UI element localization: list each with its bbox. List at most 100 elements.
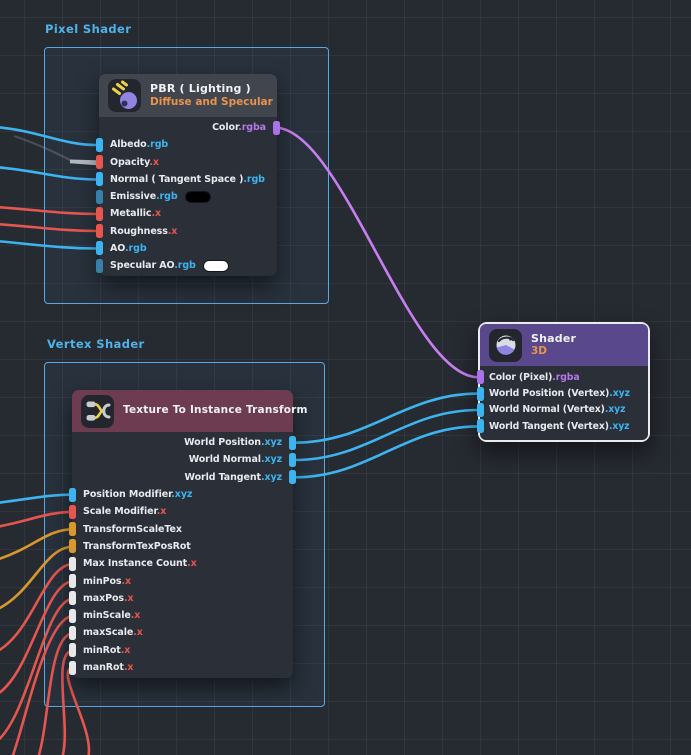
tex-node-body: World Position.xyz World Normal.xyz Worl… (72, 432, 293, 678)
port-label: Emissive (110, 191, 156, 202)
port-label: Roughness (110, 226, 168, 237)
port-suffix: .xyz (609, 421, 630, 432)
port-row: World Normal (Vertex).xyz (480, 402, 648, 418)
port-label: minScale (83, 610, 131, 621)
port-label: World Position (184, 437, 261, 448)
tex-input-pin-scale-modifier[interactable] (69, 505, 76, 519)
port-suffix: .x (187, 558, 197, 569)
tex-input-pin-minpos[interactable] (69, 574, 76, 588)
port-suffix: .x (151, 208, 161, 219)
port-label: manRot (83, 662, 124, 673)
subgraph-icon (81, 395, 114, 428)
shader-output-node[interactable]: Shader 3D Color (Pixel).rgba World Posit… (478, 322, 650, 442)
node-graph-canvas[interactable]: Pixel Shader Vertex Shader (0, 0, 691, 755)
wire-position-modifier[interactable] (0, 495, 74, 503)
port-suffix: .x (149, 157, 159, 168)
port-row: maxPos.x (72, 590, 293, 607)
port-suffix: .rgba (238, 122, 266, 133)
port-row: World Tangent.xyz (72, 469, 293, 486)
port-suffix: .x (131, 610, 141, 621)
port-row: World Tangent (Vertex).xyz (480, 418, 648, 434)
node-title: PBR ( Lighting ) (150, 82, 273, 96)
port-suffix: .rgb (174, 260, 196, 271)
wire-scale-modifier[interactable] (0, 512, 74, 527)
texture-to-instance-transform-node[interactable]: Texture To Instance Transform World Posi… (72, 390, 293, 678)
port-label: World Tangent (Vertex) (489, 421, 609, 432)
port-suffix: .rgb (243, 174, 265, 185)
port-label: Max Instance Count (83, 558, 187, 569)
port-suffix: .x (121, 645, 131, 656)
port-row: Scale Modifier.x (72, 503, 293, 520)
tex-input-pin-transform-scale-tex[interactable] (69, 522, 76, 536)
wire-color-pixel[interactable] (275, 128, 478, 378)
port-row: minRot.x (72, 642, 293, 659)
wire-normal[interactable] (0, 167, 97, 180)
port-suffix: .xyz (261, 472, 282, 483)
node-subtitle: 3D (531, 345, 576, 358)
port-label: minRot (83, 645, 121, 656)
pbr-node-header[interactable]: PBR ( Lighting ) Diffuse and Specular (99, 74, 277, 117)
tex-input-pin-position-modifier[interactable] (69, 488, 76, 502)
wire-transform-scale-tex[interactable] (0, 529, 74, 560)
port-label: maxScale (83, 627, 133, 638)
pbr-input-pin-ao[interactable] (96, 241, 103, 255)
tex-input-pin-minrot[interactable] (69, 643, 76, 657)
node-subtitle: Diffuse and Specular (150, 96, 273, 109)
port-label: Albedo (110, 139, 147, 150)
port-suffix: .xyz (605, 404, 626, 415)
wire-roughness[interactable] (0, 224, 97, 231)
port-row: Albedo.rgb (99, 136, 277, 153)
port-row: World Position.xyz (72, 434, 293, 451)
port-suffix: .rgb (125, 243, 147, 254)
tex-output-pin-world-position[interactable] (289, 436, 296, 450)
port-suffix: .x (121, 576, 131, 587)
pbr-input-pin-albedo[interactable] (96, 138, 103, 152)
wire-metallic[interactable] (0, 207, 97, 214)
shader-input-pin-color-pixel[interactable] (477, 370, 484, 384)
pbr-input-pin-specular-ao[interactable] (96, 259, 103, 273)
port-row: Emissive.rgb (99, 188, 277, 205)
tex-input-pin-minscale[interactable] (69, 609, 76, 623)
pbr-lighting-node[interactable]: PBR ( Lighting ) Diffuse and Specular Co… (99, 74, 277, 276)
shader-node-body: Color (Pixel).rgba World Position (Verte… (480, 366, 648, 440)
pbr-input-pin-opacity[interactable] (96, 155, 103, 169)
tex-input-pin-maxpos[interactable] (69, 591, 76, 605)
wire-opacity-wedge[interactable] (70, 160, 97, 166)
pbr-input-pin-emissive[interactable] (96, 190, 103, 204)
tex-input-pin-manrot[interactable] (69, 661, 76, 675)
tex-output-pin-world-normal[interactable] (289, 453, 296, 467)
pbr-output-pin-color[interactable] (273, 121, 280, 135)
pbr-input-pin-normal[interactable] (96, 172, 103, 186)
port-label: Color (Pixel) (489, 372, 552, 383)
shader-input-pin-world-tangent[interactable] (477, 419, 484, 433)
port-row: TransformTexPosRot (72, 538, 293, 555)
pbr-node-body: Color.rgba Albedo.rgb Opacity.x Normal (… (99, 117, 277, 276)
shader-input-pin-world-position[interactable] (477, 387, 484, 401)
shader-input-pin-world-normal[interactable] (477, 403, 484, 417)
port-label: World Normal (Vertex) (489, 404, 605, 415)
wire-ao[interactable] (0, 241, 97, 249)
port-suffix: .xyz (261, 437, 282, 448)
port-row: Position Modifier.xyz (72, 486, 293, 503)
port-suffix: .x (124, 662, 134, 673)
wire-manrot[interactable] (68, 668, 89, 755)
pbr-input-pin-metallic[interactable] (96, 207, 103, 221)
port-row: Opacity.x (99, 154, 277, 171)
port-label: Position Modifier (83, 489, 171, 500)
pbr-input-pin-roughness[interactable] (96, 224, 103, 238)
port-label: World Tangent (185, 472, 261, 483)
port-label: maxPos (83, 593, 124, 604)
port-row: AO.rgb (99, 240, 277, 257)
specular-ao-color-swatch[interactable] (203, 260, 229, 272)
tex-input-pin-transform-tex-pos-rot[interactable] (69, 539, 76, 553)
tex-input-pin-max-instance-count[interactable] (69, 557, 76, 571)
port-label: World Position (Vertex) (489, 388, 609, 399)
tex-node-header[interactable]: Texture To Instance Transform (72, 390, 293, 432)
tex-output-pin-world-tangent[interactable] (289, 470, 296, 484)
emissive-color-swatch[interactable] (185, 191, 211, 203)
tex-input-pin-maxscale[interactable] (69, 626, 76, 640)
port-label: Scale Modifier (83, 506, 157, 517)
lighting-sphere-icon (108, 79, 141, 112)
shader-node-header[interactable]: Shader 3D (480, 324, 648, 366)
port-row: TransformScaleTex (72, 520, 293, 537)
